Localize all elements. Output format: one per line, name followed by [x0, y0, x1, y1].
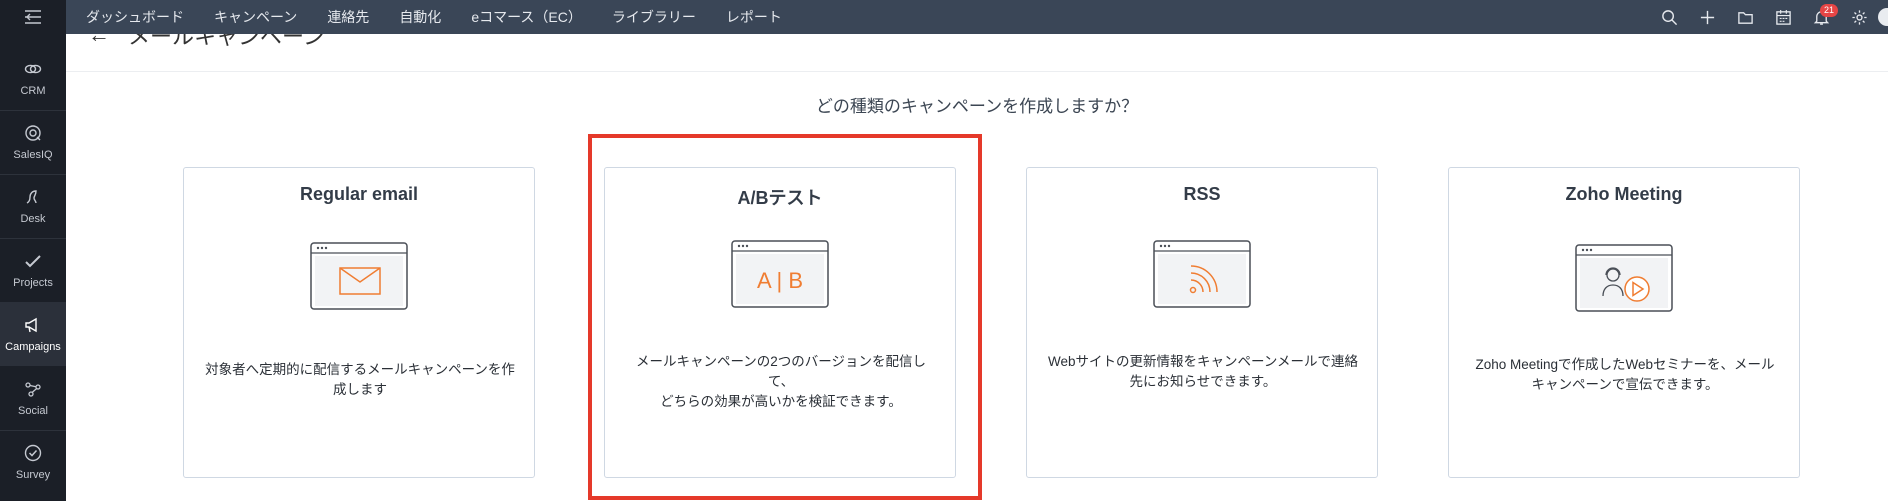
campaign-type-question: どの種類のキャンペーンを作成しますか？: [815, 97, 1139, 116]
gear-icon: [1851, 9, 1867, 25]
calendar-button[interactable]: [1764, 0, 1802, 34]
menu-collapse-icon: [25, 10, 41, 24]
rail-item-social[interactable]: Social: [0, 366, 66, 430]
rail-label-social: Social: [18, 405, 48, 417]
top-navigation-bar: ダッシュボード キャンペーン 連絡先 自動化 eコマース（EC） ライブラリー …: [66, 0, 1888, 34]
rss-icon: [1153, 240, 1251, 308]
rail-item-salesiq[interactable]: SalesIQ: [0, 110, 66, 174]
nav-ecommerce[interactable]: eコマース（EC）: [471, 7, 582, 27]
plus-icon: [1700, 10, 1714, 24]
survey-icon: [24, 444, 42, 462]
card-regular-email[interactable]: Regular email 対象者へ定期的に配信するメールキャンペーンを作 成し…: [183, 167, 535, 478]
folder-icon: [1737, 11, 1753, 24]
nav-dashboard[interactable]: ダッシュボード: [86, 7, 184, 27]
social-icon: [25, 382, 41, 397]
card-desc-line2: 成します: [333, 382, 387, 397]
card-desc-line2: キャンペーンで宣伝できます。: [1531, 377, 1719, 392]
nav-reports[interactable]: レポート: [726, 7, 782, 27]
search-icon: [1661, 9, 1677, 25]
card-title: Regular email: [299, 184, 419, 204]
main-content: ← メールキャンペーン どの種類のキャンペーンを作成しますか？ Regular …: [66, 34, 1888, 501]
avatar[interactable]: [1878, 8, 1888, 26]
card-desc-line1: Zoho Meetingで作成したWebセミナーを、メール: [1475, 357, 1775, 372]
card-desc-line2: 先にお知らせできます。: [1129, 374, 1277, 389]
rail-label-salesiq: SalesIQ: [13, 149, 53, 161]
top-icon-group: 21: [1650, 0, 1888, 34]
notification-badge: 21: [1819, 4, 1838, 17]
rail-label-campaigns: Campaigns: [5, 341, 61, 353]
create-button[interactable]: [1688, 0, 1726, 34]
card-desc-line1: 対象者へ定期的に配信するメールキャンペーンを作: [205, 362, 515, 377]
card-description: Zoho Meetingで作成したWebセミナーを、メール キャンペーンで宣伝で…: [1469, 355, 1781, 395]
nav-campaigns[interactable]: キャンペーン: [214, 7, 297, 27]
page-header: ← メールキャンペーン: [88, 34, 325, 50]
card-title: Zoho Meeting: [1565, 184, 1683, 204]
webinar-icon: [1575, 244, 1673, 312]
nav-automation[interactable]: 自動化: [399, 7, 441, 27]
app-rail: CRM SalesIQ Desk Projects Campaigns Soci…: [0, 0, 66, 501]
nav-contacts[interactable]: 連絡先: [327, 7, 369, 27]
card-description: Webサイトの更新情報をキャンペーンメールで連絡 先にお知らせできます。: [1047, 352, 1359, 392]
folder-button[interactable]: [1726, 0, 1764, 34]
rail-label-survey: Survey: [15, 469, 51, 481]
card-description: 対象者へ定期的に配信するメールキャンペーンを作 成します: [204, 360, 516, 400]
salesiq-icon: [25, 125, 41, 141]
header-divider: [66, 71, 1888, 72]
page-title: メールキャンペーン: [128, 34, 325, 49]
campaigns-icon: [25, 317, 37, 333]
search-button[interactable]: [1650, 0, 1688, 34]
card-zoho-meeting[interactable]: Zoho Meeting Zoho Meetingで作成したWebセミナーを、メ…: [1448, 167, 1800, 478]
rail-label-desk: Desk: [20, 213, 46, 225]
rail-item-campaigns[interactable]: Campaigns: [0, 302, 66, 366]
card-title: RSS: [1183, 184, 1221, 204]
projects-icon: [25, 255, 41, 268]
rail-item-projects[interactable]: Projects: [0, 238, 66, 302]
back-arrow-icon[interactable]: ←: [88, 34, 110, 48]
rail-label-crm: CRM: [20, 85, 46, 97]
rail-item-survey[interactable]: Survey: [0, 430, 66, 494]
settings-button[interactable]: [1840, 0, 1878, 34]
main-nav: ダッシュボード キャンペーン 連絡先 自動化 eコマース（EC） ライブラリー …: [86, 7, 812, 27]
crm-icon: [24, 64, 42, 74]
email-envelope-icon: [310, 242, 408, 310]
ab-card-highlight-frame: [588, 134, 982, 500]
notifications-button[interactable]: 21: [1802, 0, 1840, 34]
rail-label-projects: Projects: [13, 277, 53, 289]
calendar-icon: [1775, 9, 1791, 25]
collapse-menu-button[interactable]: [0, 0, 66, 34]
nav-library[interactable]: ライブラリー: [612, 7, 696, 27]
card-desc-line1: Webサイトの更新情報をキャンペーンメールで連絡: [1048, 354, 1358, 369]
card-rss[interactable]: RSS Webサイトの更新情報をキャンペーンメールで連絡 先にお知らせできます。: [1026, 167, 1378, 478]
rail-item-crm[interactable]: CRM: [0, 46, 66, 110]
rail-item-desk[interactable]: Desk: [0, 174, 66, 238]
desk-icon: [26, 190, 37, 204]
